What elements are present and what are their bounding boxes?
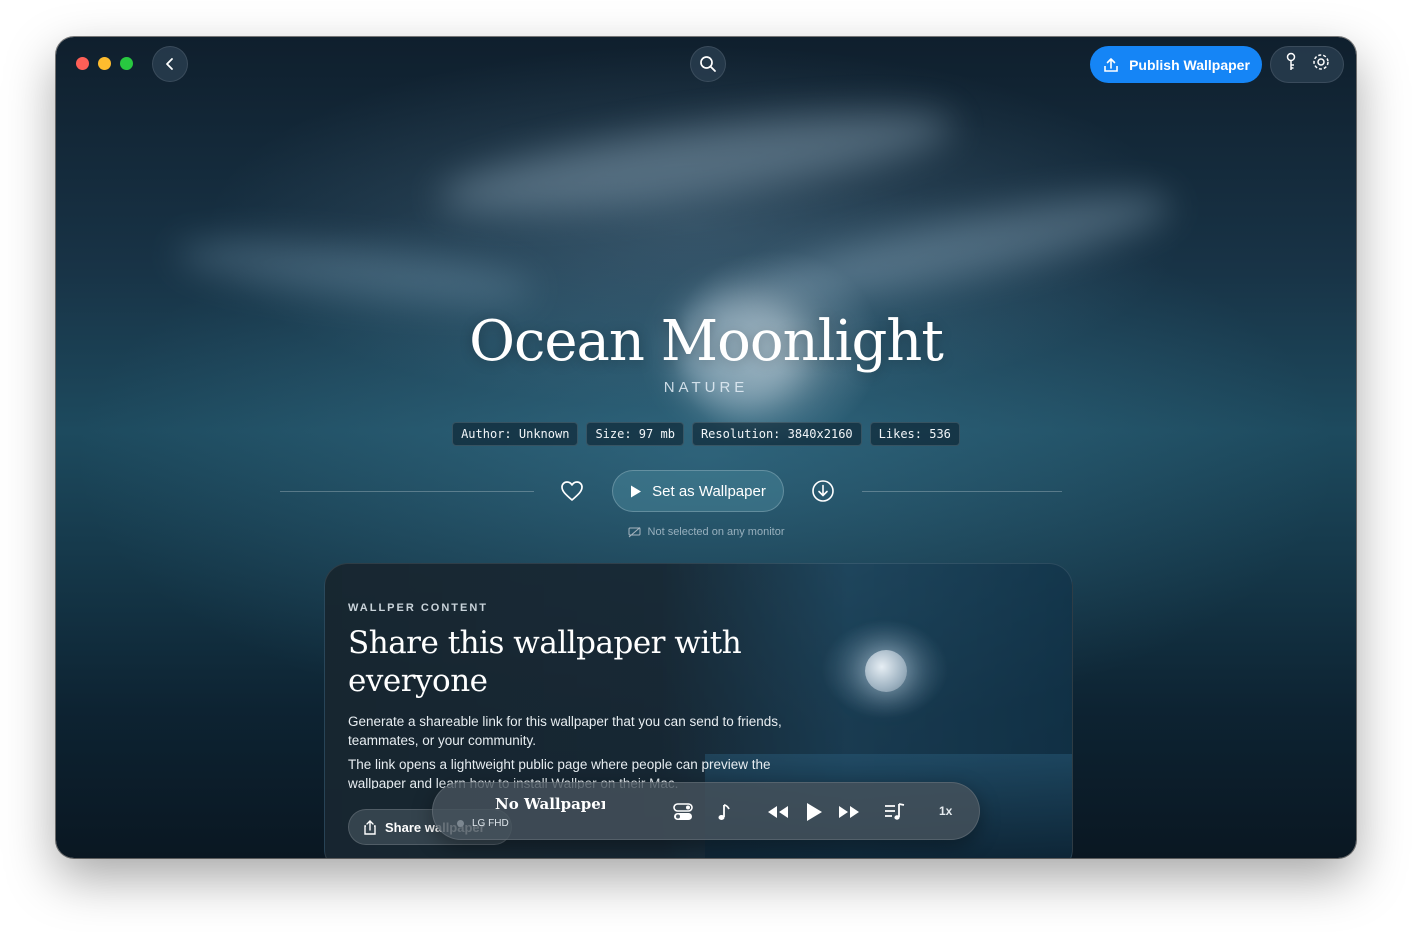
mini-player: No Wallpaper I LG FHD 1x: [432, 782, 980, 840]
player-monitor-label: LG FHD: [472, 818, 509, 829]
close-window-button[interactable]: [76, 57, 89, 70]
rewind-button[interactable]: [766, 800, 790, 824]
card-eyebrow: WALLPER CONTENT: [348, 602, 488, 614]
toggles-icon: [673, 803, 693, 820]
divider-right: [862, 491, 1062, 492]
gear-icon: [1313, 54, 1329, 70]
upload-icon: [1104, 57, 1118, 72]
player-title: No Wallpaper I: [495, 795, 605, 813]
back-button[interactable]: [152, 46, 188, 82]
key-icon: [1286, 52, 1296, 70]
monitor-status: Not selected on any monitor: [56, 526, 1356, 538]
author-tag: Author: Unknown: [452, 422, 579, 446]
playback-speed-button[interactable]: 1x: [939, 804, 952, 818]
playlist-button[interactable]: [883, 800, 907, 824]
fast-forward-icon: [839, 806, 859, 818]
window-controls: [76, 57, 133, 70]
zoom-window-button[interactable]: [120, 57, 133, 70]
like-button[interactable]: [559, 478, 585, 504]
download-icon: [812, 480, 834, 502]
download-button[interactable]: [810, 478, 836, 504]
search-icon: [700, 56, 716, 72]
monitor-status-dot: [457, 820, 464, 827]
card-moon-image: [865, 650, 907, 692]
app-window: Publish Wallpaper Ocean Moonlight NATURE…: [56, 37, 1356, 858]
publish-wallpaper-label: Publish Wallpaper: [1129, 56, 1250, 73]
action-row: Set as Wallpaper: [56, 469, 1356, 513]
meta-tags: Author: Unknown Size: 97 mb Resolution: …: [56, 422, 1356, 446]
fast-forward-button[interactable]: [837, 800, 861, 824]
toolbar-pill-group: [1270, 46, 1344, 83]
likes-tag: Likes: 536: [869, 422, 960, 446]
search-button[interactable]: [690, 46, 726, 82]
rewind-icon: [768, 806, 788, 818]
settings-button[interactable]: [1311, 52, 1331, 77]
set-as-wallpaper-label: Set as Wallpaper: [652, 482, 766, 500]
play-icon: [631, 485, 642, 497]
player-monitor: LG FHD: [457, 818, 509, 829]
set-as-wallpaper-button[interactable]: Set as Wallpaper: [612, 470, 784, 512]
card-paragraph-1: Generate a shareable link for this wallp…: [348, 714, 782, 748]
music-note-icon: [718, 804, 730, 820]
playlist-icon: [885, 803, 905, 820]
monitor-off-icon: [628, 526, 641, 537]
wallpaper-title: Ocean Moonlight: [469, 309, 944, 374]
cloud: [754, 173, 1178, 321]
play-button[interactable]: [802, 800, 826, 824]
music-button[interactable]: [712, 800, 736, 824]
play-icon: [807, 803, 822, 821]
publish-wallpaper-button[interactable]: Publish Wallpaper: [1090, 46, 1262, 83]
toggles-button[interactable]: [671, 800, 695, 824]
card-title: Share this wallpaper with everyone: [348, 625, 742, 699]
divider-left: [280, 491, 534, 492]
chevron-left-icon: [166, 58, 173, 70]
share-icon: [364, 819, 376, 835]
key-button[interactable]: [1283, 52, 1299, 77]
wallpaper-category: NATURE: [663, 379, 749, 396]
minimize-window-button[interactable]: [98, 57, 111, 70]
cloud: [433, 91, 959, 233]
resolution-tag: Resolution: 3840x2160: [691, 422, 862, 446]
monitor-status-text: Not selected on any monitor: [647, 526, 785, 538]
cloud: [174, 228, 538, 316]
heart-icon: [561, 481, 583, 501]
size-tag: Size: 97 mb: [586, 422, 684, 446]
